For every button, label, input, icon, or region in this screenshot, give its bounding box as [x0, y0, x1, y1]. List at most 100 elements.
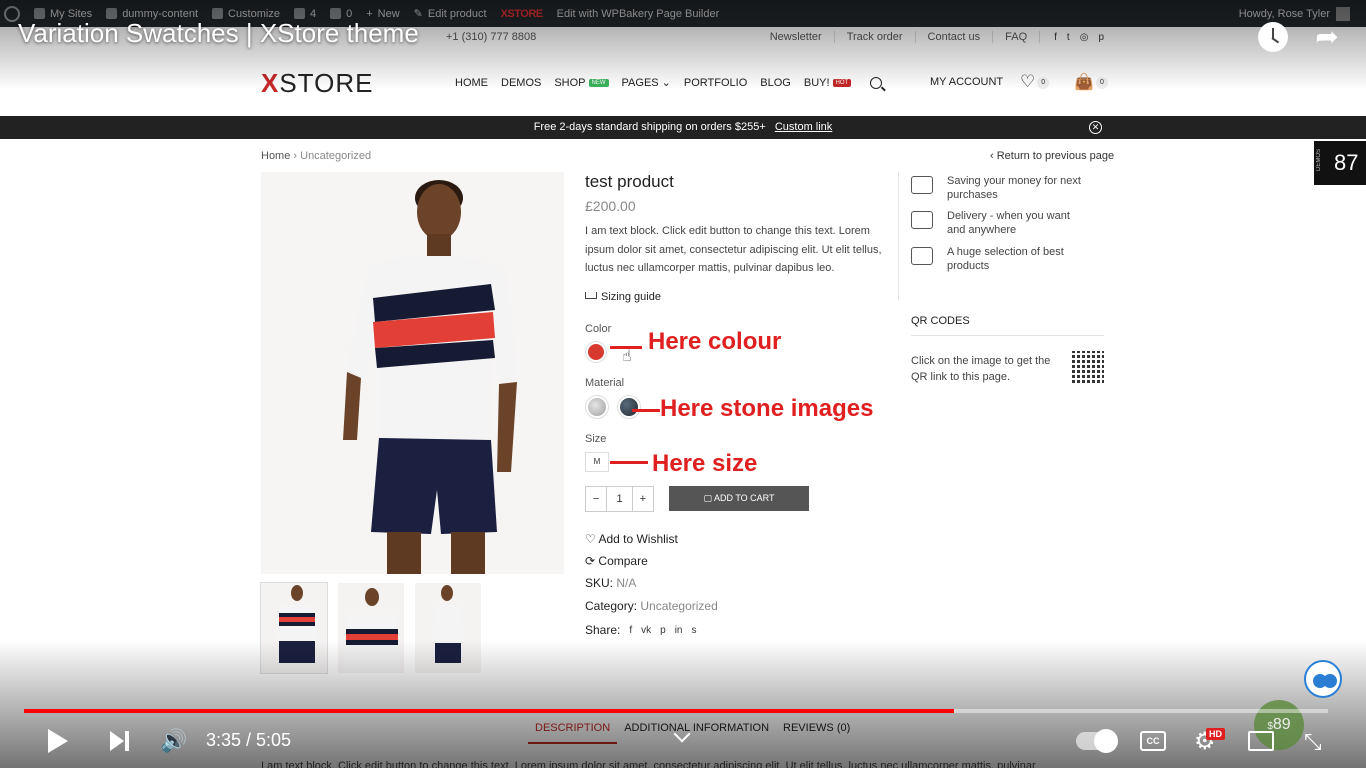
cart-button[interactable]: 👜 0	[1074, 72, 1108, 92]
model-illustration	[343, 180, 519, 574]
product-thumbnail[interactable]	[338, 583, 404, 673]
nav-pages[interactable]: PAGES ⌄	[622, 76, 671, 89]
captions-button[interactable]: CC	[1140, 731, 1166, 751]
product-title: test product	[585, 172, 674, 191]
nav-blog[interactable]: BLOG	[760, 77, 791, 89]
return-previous-link[interactable]: ‹ Return to previous page	[990, 150, 1114, 162]
qr-text: Click on the image to get the QR link to…	[911, 355, 1051, 383]
wishlist-count: 0	[1037, 77, 1050, 89]
color-swatch-red[interactable]	[586, 342, 606, 362]
wishlist-button[interactable]: ♡ 0	[1020, 72, 1050, 92]
site-header: XSTORE HOME DEMOS SHOP NEW PAGES ⌄ PORTFO…	[0, 52, 1366, 114]
skype-share-icon[interactable]: s	[692, 625, 697, 636]
add-to-wishlist-link[interactable]: ♡ Add to Wishlist	[585, 532, 678, 546]
product-main-image[interactable]	[261, 172, 564, 574]
topbar-newsletter[interactable]: Newsletter	[758, 31, 835, 43]
progress-bar[interactable]	[24, 709, 1328, 713]
nav-portfolio[interactable]: PORTFOLIO	[684, 77, 747, 89]
shipping-banner: Free 2-days standard shipping on orders …	[0, 116, 1366, 139]
column-divider	[898, 172, 899, 300]
size-swatch-m[interactable]: M	[585, 452, 609, 472]
video-title[interactable]: Variation Swatches | XStore theme	[18, 18, 419, 49]
qr-heading: QR CODES	[911, 315, 970, 327]
social-links: f t ◎ p	[1054, 32, 1104, 43]
facebook-icon[interactable]: f	[1054, 32, 1057, 43]
topbar-faq[interactable]: FAQ	[993, 31, 1041, 43]
site-logo[interactable]: XSTORE	[261, 68, 373, 99]
autoplay-toggle[interactable]	[1076, 729, 1118, 753]
add-to-cart-button[interactable]: ▢ ADD TO CART	[669, 486, 809, 511]
share-row: Share: f vk p in s	[585, 623, 697, 637]
tab-reviews[interactable]: REVIEWS (0)	[776, 722, 857, 744]
shipping-link[interactable]: Custom link	[775, 121, 832, 133]
product-summary: test product £200.00 I am text block. Cl…	[585, 172, 890, 278]
demos-count: 87	[1334, 150, 1359, 175]
heart-icon: ♡	[1020, 72, 1036, 91]
pinterest-share-icon[interactable]: p	[660, 625, 666, 636]
cart-count: 0	[1095, 77, 1108, 89]
twitter-icon[interactable]: t	[1067, 32, 1070, 43]
cast-icon[interactable]	[1248, 731, 1274, 751]
qty-minus-button[interactable]: −	[586, 487, 606, 511]
instagram-icon[interactable]: ◎	[1080, 32, 1089, 43]
wp-xstore[interactable]: XSTORE	[501, 8, 544, 20]
demos-floating-panel[interactable]: DEMOS 87	[1314, 141, 1366, 185]
tab-additional-information[interactable]: ADDITIONAL INFORMATION	[617, 722, 776, 744]
feature-selection: A huge selection of best products	[911, 245, 1091, 273]
volume-icon[interactable]: 🔊	[160, 728, 187, 754]
topbar-links: Newsletter Track order Contact us FAQ f …	[758, 31, 1104, 43]
main-nav: HOME DEMOS SHOP NEW PAGES ⌄ PORTFOLIO BLO…	[455, 76, 883, 89]
time-display: 3:35 / 5:05	[206, 730, 292, 750]
ruler-icon	[585, 292, 597, 299]
nav-shop[interactable]: SHOP NEW	[554, 77, 609, 89]
product-thumbnail[interactable]	[415, 583, 481, 673]
nav-buy[interactable]: BUY! HOT	[804, 77, 852, 89]
hand-pointer-icon: ☝	[622, 348, 632, 365]
breadcrumb: Home › Uncategorized	[261, 150, 372, 162]
facebook-share-icon[interactable]: f	[629, 625, 632, 636]
share-icon[interactable]: ➦	[1312, 22, 1342, 52]
topbar-contact[interactable]: Contact us	[916, 31, 994, 43]
material-swatch-stone-light[interactable]	[586, 396, 608, 418]
qty-input[interactable]: 1	[606, 487, 633, 511]
linkedin-share-icon[interactable]: in	[675, 625, 683, 636]
breadcrumb-home[interactable]: Home	[261, 150, 290, 162]
qty-plus-button[interactable]: +	[633, 487, 653, 511]
tab-description[interactable]: DESCRIPTION	[528, 722, 618, 744]
product-thumbnail[interactable]	[260, 582, 328, 674]
hot-badge: HOT	[832, 78, 852, 87]
close-icon[interactable]: ✕	[1089, 121, 1102, 134]
material-swatch-stone-dark[interactable]	[618, 396, 640, 418]
pinterest-icon[interactable]: p	[1098, 32, 1104, 43]
wp-edit-product[interactable]: ✎ Edit product	[414, 7, 487, 21]
category-link[interactable]: Uncategorized	[640, 599, 717, 613]
next-button[interactable]	[110, 731, 130, 751]
category-row: Category: Uncategorized	[585, 599, 718, 613]
product-thumbnails	[260, 582, 481, 674]
compare-icon: ⟳	[585, 554, 596, 568]
compare-link[interactable]: ⟳ Compare	[585, 554, 648, 568]
watch-later-icon[interactable]	[1258, 22, 1288, 52]
play-button[interactable]	[48, 729, 68, 753]
qr-divider	[911, 335, 1104, 336]
bag-icon: 👜	[1074, 74, 1094, 91]
demos-label: DEMOS	[1316, 149, 1322, 172]
topbar-track-order[interactable]: Track order	[835, 31, 916, 43]
sizing-guide-link[interactable]: Sizing guide	[585, 291, 661, 303]
nav-demos[interactable]: DEMOS	[501, 77, 541, 89]
vk-share-icon[interactable]: vk	[641, 625, 651, 636]
annotation-colour: Here colour	[648, 328, 782, 355]
chat-widget-icon[interactable]	[1304, 660, 1342, 698]
nav-home[interactable]: HOME	[455, 77, 488, 89]
search-icon[interactable]	[870, 76, 883, 89]
quantity-stepper: − 1 +	[585, 486, 654, 512]
fullscreen-exit-icon[interactable]: ⤡	[1304, 729, 1322, 755]
qr-code-image[interactable]	[1072, 351, 1104, 383]
product-description: I am text block. Click edit button to ch…	[585, 225, 882, 274]
truck-icon	[911, 211, 933, 229]
breadcrumb-current[interactable]: Uncategorized	[300, 150, 371, 162]
product-tabs: DESCRIPTION ADDITIONAL INFORMATION REVIE…	[528, 722, 857, 744]
avatar	[1336, 6, 1350, 21]
my-account-link[interactable]: MY ACCOUNT	[930, 76, 1003, 88]
wp-wpbakery[interactable]: Edit with WPBakery Page Builder	[557, 8, 720, 20]
